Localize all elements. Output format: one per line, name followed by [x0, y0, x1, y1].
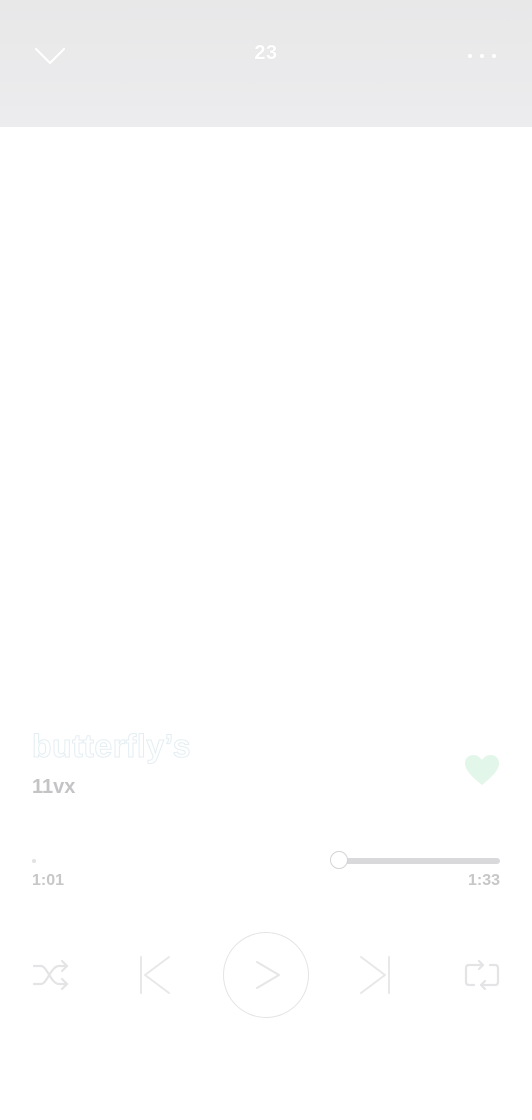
seek-thumb[interactable] — [330, 851, 348, 869]
seek-start-marker — [32, 859, 36, 863]
more-options-button[interactable] — [452, 36, 512, 76]
chevron-down-icon — [34, 47, 66, 65]
seek-bar[interactable] — [32, 846, 500, 876]
repeat-button[interactable] — [456, 950, 508, 1000]
heart-icon — [465, 755, 499, 785]
album-artwork — [0, 127, 532, 717]
like-button[interactable] — [460, 748, 504, 792]
shuffle-button[interactable] — [26, 950, 76, 1000]
track-artist[interactable]: 11vx — [32, 776, 75, 799]
seek-remaining — [339, 858, 500, 864]
header-title: 23 — [254, 42, 278, 64]
skip-next-icon — [360, 956, 390, 994]
previous-button[interactable] — [128, 950, 178, 1000]
repeat-icon — [464, 959, 500, 991]
play-icon — [256, 961, 280, 989]
now-playing-screen: 23 butterfly’s 11vx 1:01 1:33 — [0, 0, 532, 1120]
play-button[interactable] — [223, 932, 309, 1018]
next-button[interactable] — [352, 950, 402, 1000]
time-total: 1:33 — [467, 872, 500, 889]
now-playing-header: 23 — [0, 0, 532, 127]
skip-previous-icon — [140, 956, 170, 994]
shuffle-icon — [32, 959, 69, 991]
more-horizontal-icon — [468, 54, 496, 58]
collapse-button[interactable] — [24, 36, 76, 76]
track-title: butterfly’s — [32, 728, 192, 765]
time-elapsed: 1:01 — [32, 872, 65, 889]
